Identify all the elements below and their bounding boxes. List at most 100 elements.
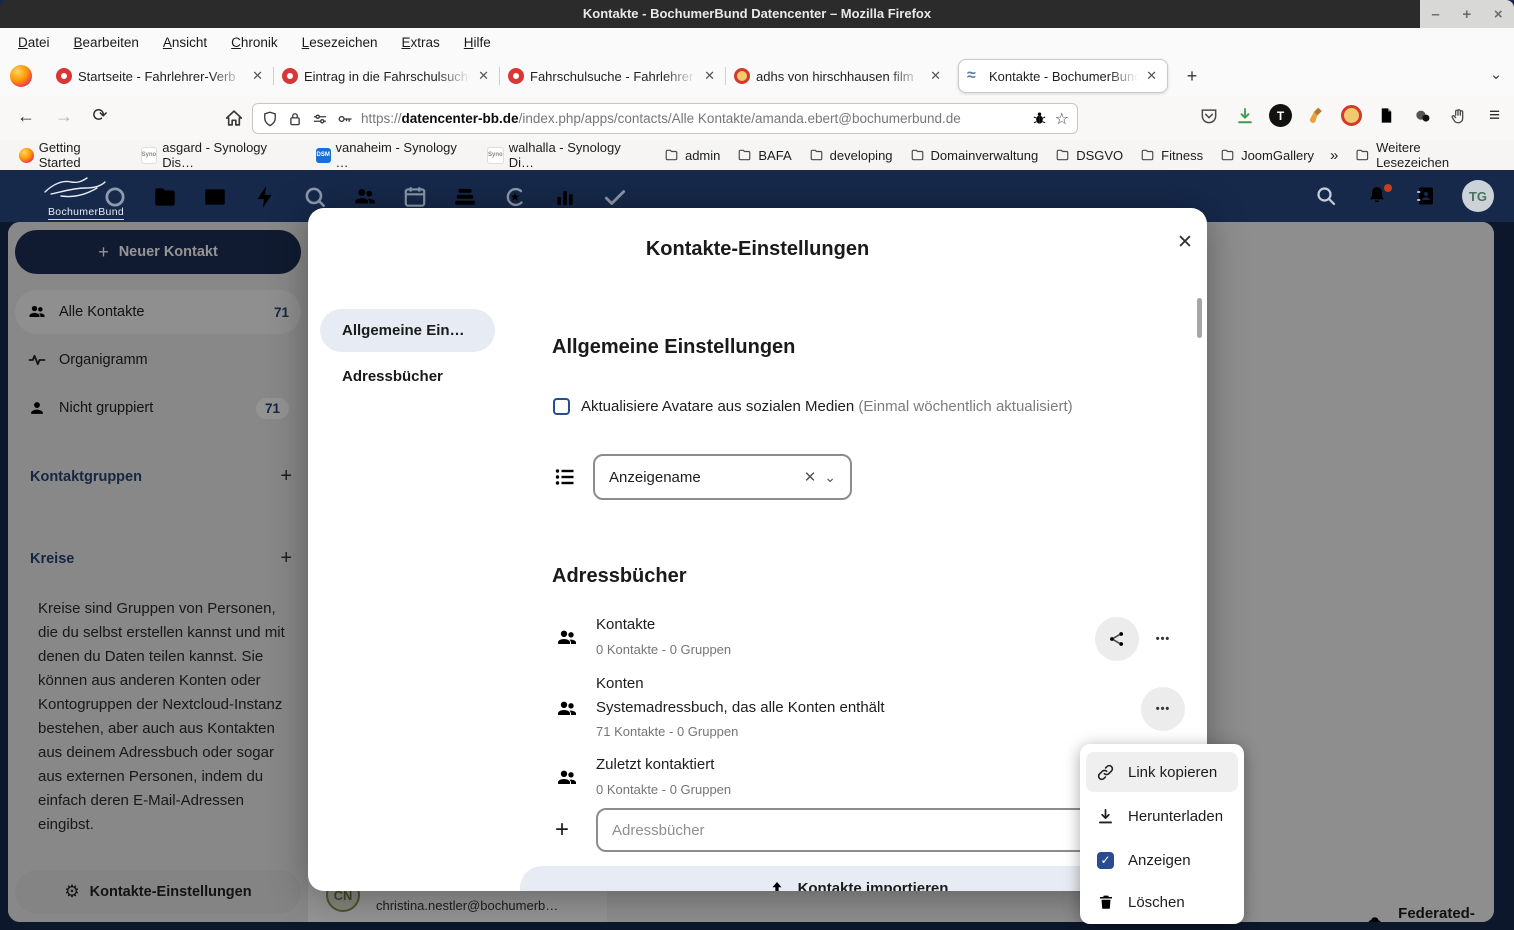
list-all-tabs-icon[interactable]: ⌄ — [1484, 62, 1508, 90]
avatar-checkbox-row[interactable]: Aktualisiere Avatare aus sozialen Medien… — [553, 398, 1073, 415]
contacts-app-icon[interactable] — [352, 184, 378, 210]
modal-scrollbar[interactable] — [1197, 298, 1202, 338]
hamburger-menu-icon[interactable]: ≡ — [1483, 104, 1506, 127]
back-icon[interactable]: ← — [14, 106, 38, 127]
extension-doc-icon[interactable] — [1375, 104, 1398, 127]
forward-icon[interactable]: → — [52, 106, 76, 127]
collectives-icon[interactable] — [502, 184, 528, 210]
modal-tab-adressbuecher[interactable]: Adressbücher — [342, 368, 443, 385]
menu-lesezeichen[interactable]: Lesezeichen — [292, 35, 388, 50]
tab-close-icon[interactable]: ✕ — [928, 68, 943, 84]
url-text[interactable]: https://datencenter-bb.de/index.php/apps… — [361, 111, 1024, 126]
analytics-chart-icon[interactable] — [552, 184, 578, 210]
bookmark-folder-admin[interactable]: admin — [658, 148, 725, 163]
tab-eintrag[interactable]: Eintrag in die Fahrschulsuch ✕ — [274, 59, 499, 93]
bookmark-vanaheim[interactable]: DSMvanaheim - Synology … — [311, 140, 476, 170]
addressbook-description: Systemadressbuch, das alle Konten enthäl… — [596, 699, 885, 716]
bookmark-star-icon[interactable]: ☆ — [1055, 109, 1069, 129]
menu-extras[interactable]: Extras — [392, 35, 450, 50]
bookmark-folder-dsgvo[interactable]: DSGVO — [1049, 148, 1128, 163]
sort-select[interactable]: Anzeigename ✕ ⌄ — [593, 454, 852, 500]
chevron-down-icon[interactable]: ⌄ — [824, 469, 836, 486]
new-tab-button[interactable]: + — [1178, 62, 1206, 90]
firefox-icon[interactable] — [10, 65, 32, 87]
minimize-button[interactable]: – — [1431, 6, 1439, 23]
bookmark-folder-weitere[interactable]: Weitere Lesezeichen — [1349, 140, 1500, 170]
dashboard-circle-icon[interactable] — [102, 184, 128, 210]
tracking-shield-icon[interactable] — [261, 110, 279, 128]
reload-icon[interactable]: ⟳ — [88, 105, 112, 126]
permissions-icon[interactable] — [311, 110, 329, 128]
extension-red-circle-icon[interactable] — [1341, 105, 1362, 126]
clear-icon[interactable]: ✕ — [804, 468, 817, 486]
window-titlebar[interactable]: Kontakte - BochumerBund Datencenter – Mo… — [0, 0, 1514, 28]
link-icon — [1096, 763, 1115, 782]
extension-broom-icon[interactable] — [1305, 104, 1328, 127]
menu-hilfe[interactable]: Hilfe — [454, 35, 501, 50]
search-app-icon[interactable] — [302, 184, 328, 210]
menu-ansicht[interactable]: Ansicht — [153, 35, 217, 50]
menu-item-loeschen[interactable]: Löschen — [1086, 882, 1238, 922]
lock-icon[interactable] — [286, 110, 304, 128]
user-avatar[interactable]: TG — [1462, 180, 1494, 212]
add-addressbook-icon[interactable]: + — [555, 816, 569, 844]
avatar-checkbox[interactable] — [553, 398, 570, 415]
tab-close-icon[interactable]: ✕ — [702, 68, 717, 84]
deck-stack-icon[interactable] — [452, 184, 478, 210]
menu-chronik[interactable]: Chronik — [221, 35, 288, 50]
bookmarks-overflow-icon[interactable]: » — [1325, 147, 1343, 164]
photos-icon[interactable] — [202, 184, 228, 210]
bookmark-folder-fitness[interactable]: Fitness — [1134, 148, 1208, 163]
bookmark-folder-developing[interactable]: developing — [803, 148, 898, 163]
bochumerbund-logo[interactable]: BochumerBund — [16, 176, 156, 220]
maximize-button[interactable]: + — [1462, 6, 1471, 23]
tab-fahrschulsuche[interactable]: Fahrschulsuche - Fahrlehrer ✕ — [500, 59, 725, 93]
bookmark-walhalla[interactable]: Synowalhalla - Synology Di… — [482, 140, 652, 170]
menu-datei[interactable]: Datei — [8, 35, 60, 50]
bookmark-asgard[interactable]: Synoasgard - Synology Dis… — [136, 140, 305, 170]
contacts-menu-icon[interactable] — [1414, 184, 1438, 208]
addressbook-actions-icon-open[interactable]: ••• — [1141, 687, 1185, 731]
activity-bolt-icon[interactable] — [252, 184, 278, 210]
addressbook-actions-icon[interactable]: ••• — [1141, 617, 1185, 661]
unified-search-icon[interactable] — [1314, 184, 1338, 208]
menu-item-link-kopieren[interactable]: Link kopieren — [1086, 752, 1238, 792]
url-bar[interactable]: https://datencenter-bb.de/index.php/apps… — [252, 103, 1078, 134]
files-icon[interactable] — [152, 184, 178, 210]
synology-favicon: Syno — [141, 147, 158, 164]
bookmark-getting-started[interactable]: Getting Started — [14, 140, 130, 170]
tab-title: Kontakte - BochumerBund D — [989, 69, 1138, 84]
saved-login-key-icon[interactable] — [336, 110, 354, 128]
tab-close-icon[interactable]: ✕ — [250, 68, 265, 84]
menu-item-anzeigen[interactable]: ✓ Anzeigen — [1086, 840, 1238, 880]
menu-bearbeiten[interactable]: Bearbeiten — [64, 35, 149, 50]
tab-close-icon[interactable]: ✕ — [476, 68, 491, 84]
home-icon[interactable] — [223, 107, 245, 129]
extension-t-icon[interactable]: T — [1269, 104, 1292, 127]
tab-close-icon[interactable]: ✕ — [1144, 68, 1159, 84]
trash-icon — [1096, 893, 1115, 912]
extension-spheres-icon[interactable] — [1411, 104, 1434, 127]
bookmark-folder-domainverwaltung[interactable]: Domainverwaltung — [904, 148, 1044, 163]
tab-title: adhs von hirschhausen film — [756, 69, 922, 84]
extension-hand-icon[interactable] — [1447, 104, 1470, 127]
modal-tab-allgemeine[interactable]: Allgemeine Ein… — [320, 309, 495, 352]
tasks-check-icon[interactable] — [602, 184, 628, 210]
menu-item-herunterladen[interactable]: Herunterladen — [1086, 796, 1238, 836]
pocket-icon[interactable] — [1197, 104, 1220, 127]
bookmark-folder-bafa[interactable]: BAFA — [731, 148, 796, 163]
tab-adhs[interactable]: adhs von hirschhausen film ✕ — [726, 59, 951, 93]
calendar-icon[interactable] — [402, 184, 428, 210]
debugger-bug-icon[interactable] — [1031, 110, 1048, 127]
downloads-icon[interactable] — [1233, 104, 1256, 127]
sort-select-row: Anzeigename ✕ ⌄ — [553, 454, 852, 500]
tab-kontakte-active[interactable]: ≈ Kontakte - BochumerBund D ✕ — [958, 59, 1168, 93]
tab-title: Startseite - Fahrlehrer-Verb — [78, 69, 244, 84]
addressbook-name: Konten — [596, 675, 644, 692]
share-button[interactable] — [1095, 617, 1139, 661]
tab-startseite[interactable]: Startseite - Fahrlehrer-Verb ✕ — [48, 59, 273, 93]
close-button[interactable]: × — [1494, 6, 1503, 23]
sort-select-value: Anzeigename — [609, 469, 701, 486]
steering-wheel-favicon — [508, 68, 524, 84]
bookmark-folder-joomgallery[interactable]: JoomGallery — [1214, 148, 1319, 163]
